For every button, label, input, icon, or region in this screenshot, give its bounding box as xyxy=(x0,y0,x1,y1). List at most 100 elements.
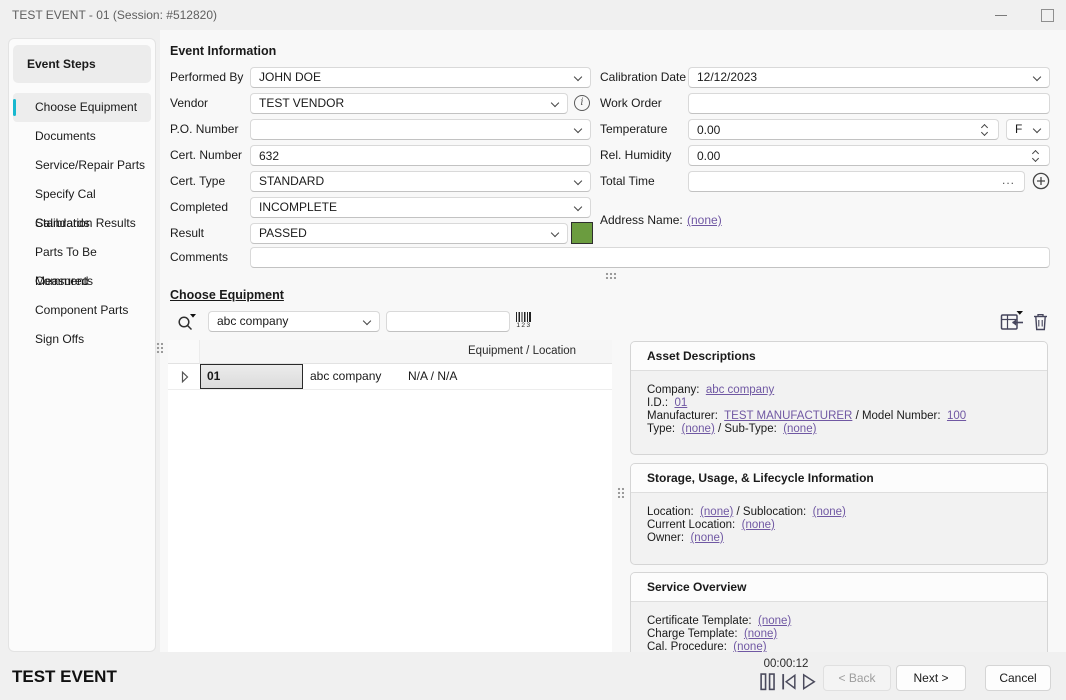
temperature-spinner[interactable]: 0.00 xyxy=(688,119,999,140)
result-select[interactable]: PASSED xyxy=(250,223,568,244)
assign-equipment-icon[interactable] xyxy=(1000,310,1024,331)
sidebar-header: Event Steps xyxy=(13,45,151,83)
sidebar-item-service-repair-parts[interactable]: Service/Repair Parts xyxy=(13,151,151,180)
calibration-date-label: Calibration Date xyxy=(600,70,686,85)
chevron-down-icon xyxy=(574,177,582,185)
total-time-input[interactable]: ... xyxy=(688,171,1025,192)
form-splitter-handle[interactable] xyxy=(605,272,616,279)
cert-type-select[interactable]: STANDARD xyxy=(250,171,591,192)
po-number-select[interactable] xyxy=(250,119,591,140)
sidebar-item-component-parts[interactable]: Component Parts xyxy=(13,296,151,325)
footer-bar: TEST EVENT 00:00:12 < Back Next > Cancel xyxy=(0,652,1066,700)
chevron-down-icon xyxy=(574,73,582,81)
row-expander-icon[interactable] xyxy=(181,371,189,383)
subtype-link[interactable]: (none) xyxy=(783,423,816,435)
cert-number-input[interactable] xyxy=(250,145,591,166)
sidebar-item-calibration-results[interactable]: Calibration Results xyxy=(13,209,151,238)
address-name-link[interactable]: (none) xyxy=(687,213,722,228)
company-link[interactable]: abc company xyxy=(706,384,774,396)
sidebar-item-label: Choose Equipment xyxy=(35,100,137,114)
temperature-unit-value: F xyxy=(1015,122,1022,136)
temperature-unit-select[interactable]: F xyxy=(1006,119,1050,140)
table-corner-cell xyxy=(168,340,200,364)
subtype-label: / Sub-Type: xyxy=(718,423,777,435)
event-name-text: TEST EVENT xyxy=(12,667,117,687)
equipment-location-column-header[interactable]: Equipment / Location xyxy=(200,340,612,364)
location-link[interactable]: (none) xyxy=(700,506,733,518)
sidebar-item-specify-cal-standards[interactable]: Specify Cal Standards xyxy=(13,180,151,209)
back-button[interactable]: < Back xyxy=(823,665,891,691)
rel-humidity-spinner[interactable]: 0.00 xyxy=(688,145,1050,166)
ellipsis-more-button[interactable]: ... xyxy=(1002,173,1015,187)
sidebar-item-comments[interactable]: Comments xyxy=(13,267,151,296)
work-order-label: Work Order xyxy=(600,96,662,111)
calibration-date-select[interactable]: 12/12/2023 xyxy=(688,67,1050,88)
po-number-label: P.O. Number xyxy=(170,122,238,137)
table-row[interactable]: 01 abc company N/A / N/A xyxy=(168,364,612,390)
model-number-link[interactable]: 100 xyxy=(947,410,966,422)
equipment-company-cell[interactable]: abc company xyxy=(310,369,381,383)
owner-link[interactable]: (none) xyxy=(690,532,723,544)
equipment-id-cell[interactable]: 01 xyxy=(200,364,303,389)
sublocation-link[interactable]: (none) xyxy=(813,506,846,518)
play-icon[interactable] xyxy=(800,673,818,691)
search-icon[interactable] xyxy=(176,311,198,331)
result-label: Result xyxy=(170,226,204,241)
skip-to-start-icon[interactable] xyxy=(780,673,798,691)
type-link[interactable]: (none) xyxy=(682,423,715,435)
sidebar-item-label: Comments xyxy=(35,274,93,288)
sidebar-splitter-handle[interactable] xyxy=(156,342,163,353)
comments-input[interactable] xyxy=(250,247,1050,268)
vendor-label: Vendor xyxy=(170,96,208,111)
company-filter-value: abc company xyxy=(217,314,288,328)
delete-icon[interactable] xyxy=(1033,313,1048,331)
rel-humidity-value: 0.00 xyxy=(697,149,720,163)
sidebar-item-label: Service/Repair Parts xyxy=(35,158,145,172)
chevron-down-icon xyxy=(363,317,371,325)
company-filter-select[interactable]: abc company xyxy=(208,311,380,332)
owner-label: Owner: xyxy=(647,532,684,544)
performed-by-value: JOHN DOE xyxy=(259,70,321,84)
cert-number-label: Cert. Number xyxy=(170,148,242,163)
add-time-icon[interactable] xyxy=(1032,172,1050,190)
sidebar-item-parts-to-be-measured[interactable]: Parts To Be Measured xyxy=(13,238,151,267)
minimize-icon[interactable] xyxy=(978,0,1024,30)
completed-label: Completed xyxy=(170,200,228,215)
work-order-input[interactable] xyxy=(688,93,1050,114)
pause-icon[interactable] xyxy=(759,673,777,691)
sidebar-item-choose-equipment[interactable]: Choose Equipment xyxy=(13,93,151,122)
next-button[interactable]: Next > xyxy=(896,665,966,691)
choose-equipment-title: Choose Equipment xyxy=(170,288,284,302)
app-window: TEST EVENT - 01 (Session: #512820) Event… xyxy=(0,0,1066,700)
vendor-info-icon[interactable]: i xyxy=(574,95,590,111)
equipment-search-input[interactable] xyxy=(386,311,510,332)
storage-usage-lifecycle-panel: Storage, Usage, & Lifecycle Information … xyxy=(630,463,1048,565)
rel-humidity-label: Rel. Humidity xyxy=(600,148,671,163)
completed-select[interactable]: INCOMPLETE xyxy=(250,197,591,218)
charge-template-link[interactable]: (none) xyxy=(744,628,777,640)
sidebar-item-sign-offs[interactable]: Sign Offs xyxy=(13,325,151,354)
equipment-location-cell[interactable]: N/A / N/A xyxy=(408,369,457,383)
maximize-icon[interactable] xyxy=(1024,0,1066,30)
spinner-updown-icon[interactable] xyxy=(1031,146,1042,167)
spinner-updown-icon[interactable] xyxy=(980,120,991,141)
sublocation-label: / Sublocation: xyxy=(737,506,807,518)
panel-splitter-handle[interactable] xyxy=(617,487,624,498)
cancel-button[interactable]: Cancel xyxy=(985,665,1051,691)
id-link[interactable]: 01 xyxy=(674,397,687,409)
barcode-scan-icon[interactable]: 123 xyxy=(514,312,534,330)
chevron-down-icon xyxy=(1033,73,1041,81)
window-title: TEST EVENT - 01 (Session: #512820) xyxy=(12,8,217,22)
charge-template-label: Charge Template: xyxy=(647,628,738,640)
vendor-select[interactable]: TEST VENDOR xyxy=(250,93,568,114)
performed-by-select[interactable]: JOHN DOE xyxy=(250,67,591,88)
performed-by-label: Performed By xyxy=(170,70,243,85)
asset-descriptions-panel: Asset Descriptions Company: abc company … xyxy=(630,341,1048,455)
manufacturer-link[interactable]: TEST MANUFACTURER xyxy=(724,410,852,422)
current-location-link[interactable]: (none) xyxy=(742,519,775,531)
barcode-bars xyxy=(516,312,532,322)
certificate-template-label: Certificate Template: xyxy=(647,615,752,627)
sidebar-item-documents[interactable]: Documents xyxy=(13,122,151,151)
total-time-label: Total Time xyxy=(600,174,655,189)
certificate-template-link[interactable]: (none) xyxy=(758,615,791,627)
